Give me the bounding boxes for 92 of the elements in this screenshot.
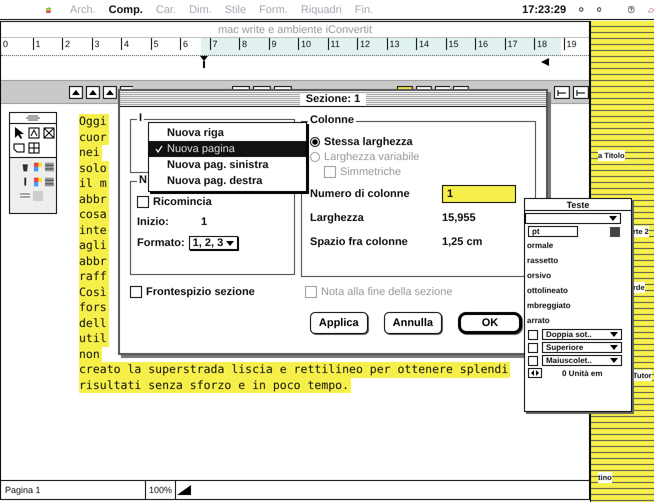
page-indicator: Pagina 1 <box>1 481 146 499</box>
ruler-number: 12 <box>357 38 386 50</box>
style-dropdown[interactable]: Maiuscolet.. <box>542 355 622 366</box>
field-label: Spazio fra colonne <box>310 236 409 248</box>
text-frame-icon[interactable] <box>27 126 41 140</box>
menu-item[interactable]: Comp. <box>108 4 143 16</box>
style-option[interactable]: ormale <box>525 239 631 252</box>
style-dropdown[interactable]: Doppia sot.. <box>542 329 622 340</box>
picture-frame-icon[interactable] <box>42 126 56 140</box>
ruler-number: 10 <box>298 38 328 50</box>
tab-button-icon[interactable] <box>573 86 589 98</box>
check-icon <box>155 145 163 153</box>
checkbox[interactable] <box>130 286 142 298</box>
font-dropdown[interactable] <box>525 213 621 224</box>
indent-marker-icon[interactable] <box>200 56 208 68</box>
caret-icon <box>609 216 617 221</box>
checkbox[interactable] <box>137 196 149 208</box>
zoom-level[interactable]: 100% <box>146 481 176 499</box>
group-legend: N <box>137 174 149 186</box>
ruler-number: 17 <box>504 38 534 50</box>
color-swatch[interactable] <box>610 226 620 236</box>
checkbox-label: Ricomincia <box>153 196 212 208</box>
radio-label: Stessa larghezza <box>324 136 413 148</box>
caret-icon <box>226 240 234 246</box>
style-option[interactable]: mbreggiato <box>525 299 631 312</box>
format-dropdown[interactable]: 1, 2, 3 <box>188 236 238 250</box>
style-option[interactable]: arrato <box>525 314 631 327</box>
clock: 17:23:29 <box>522 4 566 16</box>
checkbox-label: Nota alla fine della sezione <box>321 286 452 298</box>
default-button[interactable]: OK <box>458 312 522 334</box>
stepper-icon[interactable] <box>528 368 542 378</box>
tab-button-icon[interactable] <box>554 86 570 98</box>
ruler-number: 3 <box>92 38 121 50</box>
group-legend: Colonne <box>308 114 356 126</box>
menu-item[interactable]: Nuova riga <box>149 125 306 141</box>
menu-item[interactable]: Nuova pag. sinistra <box>149 157 306 173</box>
checkbox[interactable] <box>528 356 538 366</box>
color-swatch-icon[interactable] <box>34 177 42 187</box>
color-swatch-icon[interactable] <box>34 162 42 172</box>
size-dropdown[interactable]: pt <box>528 226 578 237</box>
radio-label: Larghezza variabile <box>324 150 420 162</box>
dialog-title: Sezione: 1 <box>300 92 366 104</box>
table-icon[interactable] <box>27 141 41 155</box>
note-icon[interactable] <box>12 141 26 155</box>
ruler-number: 11 <box>328 38 357 50</box>
ruler-number: 1 <box>32 38 62 50</box>
field-label: Numero di colonne <box>310 188 411 200</box>
ruler-number: 2 <box>62 38 92 50</box>
group-legend: I <box>137 112 144 124</box>
field-label: Inizio: <box>137 216 170 228</box>
input-field[interactable]: 1 <box>442 185 516 203</box>
window-title: mac write e ambiente iConvertit <box>218 24 372 36</box>
field-value: 15,955 <box>442 212 476 224</box>
checkbox-label: Simmetriche <box>340 166 402 178</box>
ruler-number: 9 <box>268 38 298 50</box>
ruler-number: 6 <box>180 38 210 50</box>
dialog-button[interactable]: Annulla <box>384 312 442 334</box>
palette-title: Teste <box>566 200 590 210</box>
spacing-value: 0 Unità em <box>562 368 602 378</box>
pattern-icon[interactable] <box>45 162 54 172</box>
margin-marker-icon[interactable] <box>541 58 549 66</box>
triangle-button-icon[interactable] <box>86 86 100 98</box>
ruler-number: 16 <box>475 38 504 50</box>
ruler-number: 7 <box>210 38 239 50</box>
ruler-number: 0 <box>3 38 10 50</box>
style-option[interactable]: ottolineato <box>525 284 631 297</box>
checkbox[interactable] <box>528 330 538 340</box>
triangle-button-icon[interactable] <box>69 86 83 98</box>
ruler-number: 5 <box>150 38 180 50</box>
ruler-number: 8 <box>239 38 268 50</box>
ruler-number: 18 <box>534 38 564 50</box>
checkbox-label: Frontespizio sezione <box>146 286 255 298</box>
dialog-button[interactable]: Applica <box>310 312 368 334</box>
menu-item[interactable]: Nuova pagina <box>149 141 306 157</box>
field-label: Larghezza <box>310 212 365 224</box>
field-label: Formato: <box>137 237 185 249</box>
triangle-button-icon[interactable] <box>102 86 117 98</box>
ruler-number: 4 <box>121 38 150 50</box>
start-value: 1 <box>201 216 208 228</box>
ruler-number: 14 <box>416 38 446 50</box>
radio-button[interactable] <box>310 136 320 146</box>
zoom-icon[interactable] <box>176 484 192 496</box>
pointer-icon[interactable] <box>12 126 26 140</box>
style-dropdown[interactable]: Superiore <box>542 342 622 353</box>
ruler-number: 15 <box>446 38 475 50</box>
menu-item[interactable]: Nuova pag. destra <box>149 173 306 189</box>
style-option[interactable]: orsivo <box>525 269 631 282</box>
style-option[interactable]: rassetto <box>525 254 631 267</box>
checkbox[interactable] <box>528 342 538 352</box>
pattern-icon[interactable] <box>45 177 54 187</box>
field-value: 1,25 cm <box>442 236 482 248</box>
ruler-number: 13 <box>386 38 416 50</box>
